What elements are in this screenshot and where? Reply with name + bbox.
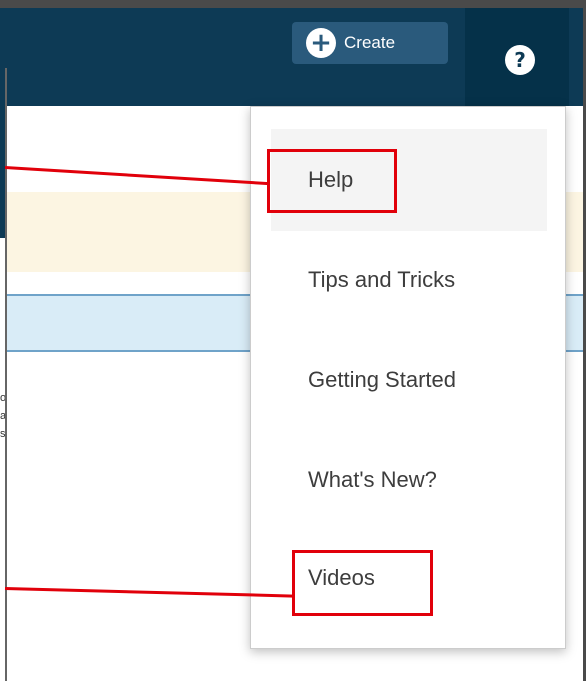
help-menu-item-label: Tips and Tricks [308, 267, 456, 292]
left-panel-text-fragment: a [0, 410, 5, 422]
plus-circle-icon: + [306, 28, 336, 58]
create-button[interactable]: + Create [292, 22, 448, 64]
left-panel-text-fragment: o [0, 392, 5, 404]
annotation-highlight-videos [292, 550, 433, 616]
left-page-panel-header [0, 68, 5, 238]
help-menu-item-tips-and-tricks[interactable]: Tips and Tricks [271, 229, 547, 331]
help-menu-item-label: What's New? [308, 467, 437, 492]
help-menu-item-getting-started[interactable]: Getting Started [271, 329, 547, 431]
annotation-highlight-help [267, 149, 397, 213]
question-mark-icon[interactable]: ? [505, 45, 535, 75]
annotation-callout-line [4, 166, 269, 186]
left-panel-text-fragment: s [0, 428, 5, 440]
create-button-label: Create [344, 33, 396, 52]
window-frame-top [0, 0, 586, 8]
help-menu-item-whats-new[interactable]: What's New? [271, 429, 547, 531]
help-menu-item-label: Getting Started [308, 367, 456, 392]
